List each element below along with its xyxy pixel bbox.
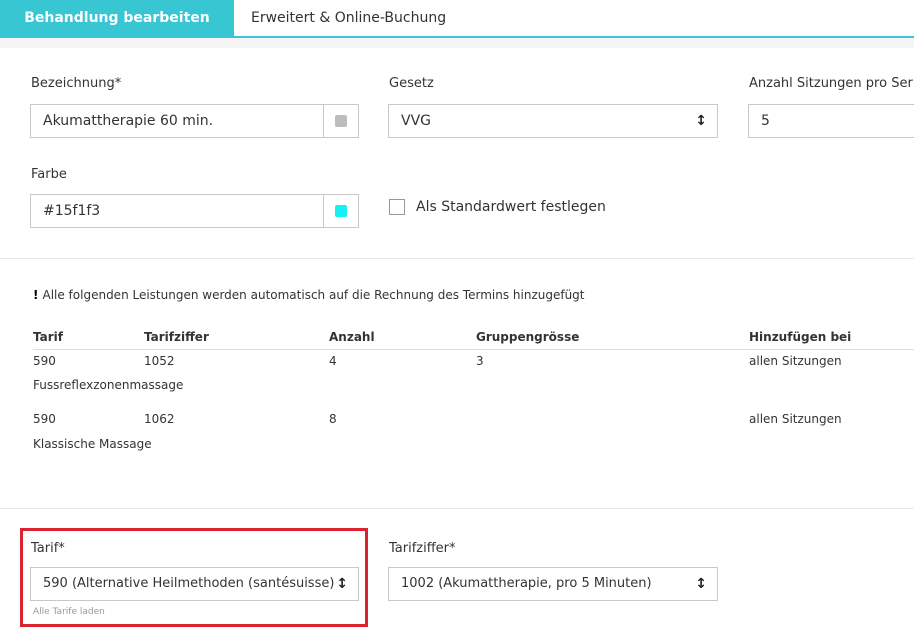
sitzungen-input[interactable]: 5	[748, 104, 914, 138]
row2-name: Klassische Massage	[33, 437, 152, 451]
tarifziffer-label: Tarifziffer*	[389, 541, 456, 556]
bezeichnung-value: Akumattherapie 60 min.	[43, 113, 214, 129]
sitzungen-label: Anzahl Sitzungen pro Serie	[749, 76, 914, 91]
color-swatch-icon	[335, 205, 347, 217]
col-header-gruppengroesse: Gruppengrösse	[476, 330, 580, 344]
tarifziffer-value: 1002 (Akumattherapie, pro 5 Minuten)	[401, 576, 652, 591]
tarif-highlight-box	[20, 528, 368, 627]
farbe-label: Farbe	[31, 167, 67, 182]
exclamation-icon: !	[33, 288, 39, 302]
farbe-value: #15f1f3	[43, 203, 101, 219]
col-header-anzahl: Anzahl	[329, 330, 375, 344]
notice-text: Alle folgenden Leistungen werden automat…	[42, 288, 585, 302]
tab-erweitert-online-buchung[interactable]: Erweitert & Online-Buchung	[251, 0, 446, 36]
farbe-input[interactable]: #15f1f3	[30, 194, 359, 228]
bezeichnung-input[interactable]: Akumattherapie 60 min.	[30, 104, 359, 138]
row1-hinzufuegen: allen Sitzungen	[749, 354, 842, 368]
row1-name: Fussreflexzonenmassage	[33, 378, 184, 392]
row2-tarifziffer: 1062	[144, 412, 175, 426]
divider	[0, 258, 914, 259]
standardwert-checkbox[interactable]	[389, 199, 405, 215]
row1-gruppe: 3	[476, 354, 484, 368]
bezeichnung-label: Bezeichnung*	[31, 76, 122, 91]
select-updown-icon: ↕	[695, 113, 707, 129]
section-divider-band	[0, 38, 914, 48]
col-header-tarif: Tarif	[33, 330, 63, 344]
divider	[0, 508, 914, 509]
row2-hinzufuegen: allen Sitzungen	[749, 412, 842, 426]
gesetz-value: VVG	[401, 113, 432, 129]
row2-tarif: 590	[33, 412, 56, 426]
farbe-color-addon[interactable]	[323, 195, 358, 227]
gesetz-label: Gesetz	[389, 76, 434, 91]
row1-tarifziffer: 1052	[144, 354, 175, 368]
standardwert-label[interactable]: Als Standardwert festlegen	[416, 199, 606, 215]
tarifziffer-select[interactable]: 1002 (Akumattherapie, pro 5 Minuten) ↕	[388, 567, 718, 601]
sitzungen-value: 5	[761, 113, 770, 129]
row1-anzahl: 4	[329, 354, 337, 368]
bezeichnung-color-addon[interactable]	[323, 105, 358, 137]
col-header-hinzufuegen: Hinzufügen bei	[749, 330, 852, 344]
gesetz-select[interactable]: VVG ↕	[388, 104, 718, 138]
row2-anzahl: 8	[329, 412, 337, 426]
select-updown-icon: ↕	[695, 576, 707, 592]
col-header-tarifziffer: Tarifziffer	[144, 330, 209, 344]
services-notice: ! Alle folgenden Leistungen werden automa…	[33, 288, 585, 302]
color-swatch-icon	[335, 115, 347, 127]
tab-behandlung-bearbeiten[interactable]: Behandlung bearbeiten #14885	[0, 0, 234, 62]
tab-bar: Behandlung bearbeiten #14885 Erweitert &…	[0, 0, 914, 62]
row1-tarif: 590	[33, 354, 56, 368]
table-header-line	[33, 349, 914, 350]
